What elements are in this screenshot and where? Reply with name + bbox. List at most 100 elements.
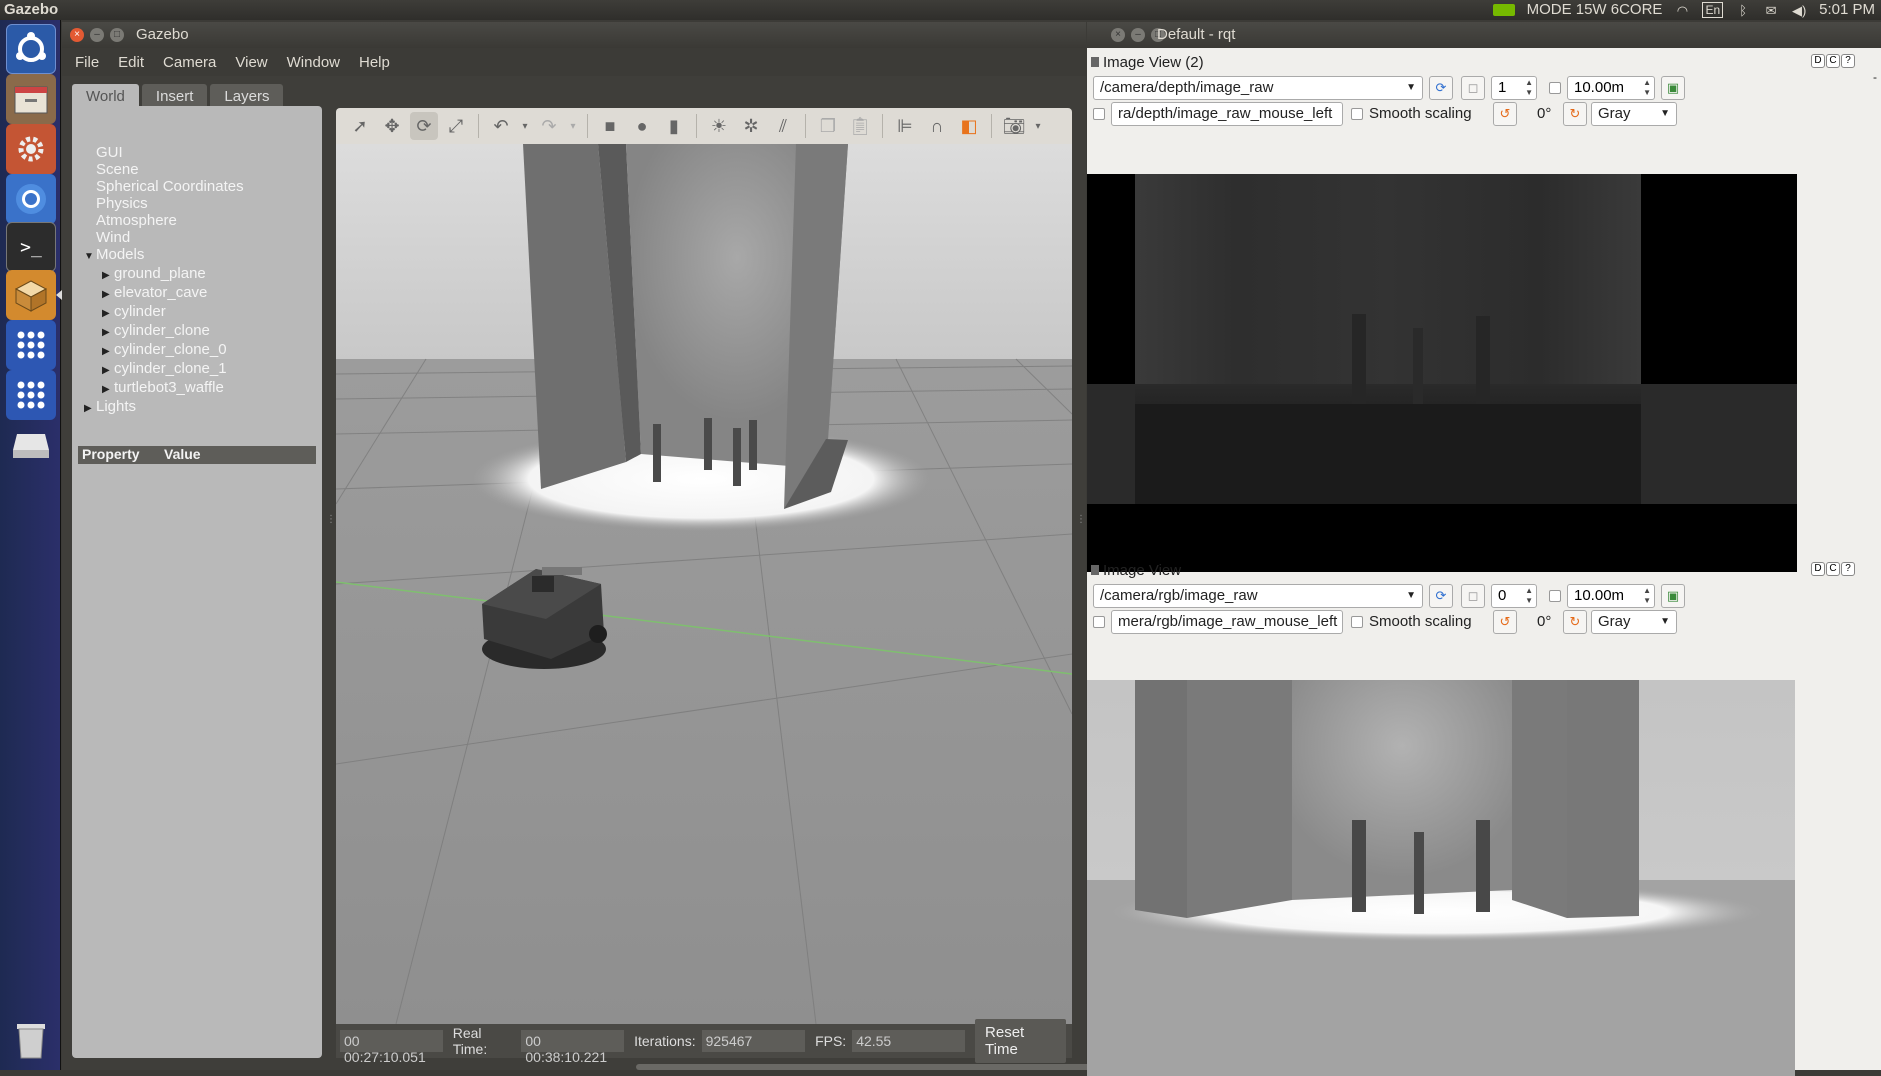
- rotate-mode-icon[interactable]: ⟳: [410, 112, 438, 140]
- tree-model-item[interactable]: ▶ ground_plane: [84, 265, 244, 284]
- collapsed-triangle-icon[interactable]: ▶: [102, 286, 114, 303]
- trash-icon[interactable]: [6, 1015, 56, 1065]
- max-range-spinbox[interactable]: 10.00m ▲ ▼: [1567, 76, 1655, 100]
- refresh-icon[interactable]: ⟳: [1429, 76, 1453, 100]
- tree-item[interactable]: Atmosphere: [84, 212, 244, 229]
- files-icon[interactable]: [6, 74, 56, 124]
- help-icon[interactable]: ?: [1841, 562, 1855, 576]
- minimize-icon[interactable]: –: [90, 28, 104, 42]
- rotate-left-icon[interactable]: ↺: [1493, 610, 1517, 634]
- rotate-left-icon[interactable]: ↺: [1493, 102, 1517, 126]
- menu-help[interactable]: Help: [359, 54, 390, 71]
- tree-model-item[interactable]: ▶ cylinder_clone: [84, 322, 244, 341]
- undo-dropdown-icon[interactable]: ▾: [519, 112, 531, 140]
- wifi-icon[interactable]: ◠: [1674, 3, 1690, 18]
- gazebo-titlebar[interactable]: × – □ Gazebo: [62, 22, 1086, 48]
- gpu-mode-text[interactable]: MODE 15W 6CORE: [1527, 1, 1663, 18]
- rqt-titlebar[interactable]: × – □ Default - rqt: [1087, 22, 1881, 48]
- maximize-icon[interactable]: □: [110, 28, 124, 42]
- directional-light-icon[interactable]: ⫽: [769, 112, 797, 140]
- value-column-header[interactable]: Value: [160, 446, 201, 464]
- save-image-icon[interactable]: ▣: [1661, 76, 1685, 100]
- property-column-header[interactable]: Property: [78, 446, 160, 464]
- spinbox[interactable]: 1 ▲ ▼: [1491, 76, 1537, 100]
- bluetooth-icon[interactable]: ᛒ: [1735, 3, 1751, 18]
- tree-item[interactable]: GUI: [84, 144, 244, 161]
- select-mode-icon[interactable]: ➚: [346, 112, 374, 140]
- rotate-right-icon[interactable]: ↻: [1563, 610, 1587, 634]
- apps-grid-icon[interactable]: [6, 320, 56, 370]
- tree-item[interactable]: Spherical Coordinates: [84, 178, 244, 195]
- zoom-fit-icon[interactable]: ◻: [1461, 76, 1485, 100]
- snap-icon[interactable]: ∩: [923, 112, 951, 140]
- spot-light-icon[interactable]: ✲: [737, 112, 765, 140]
- tree-model-item[interactable]: ▶ turtlebot3_waffle: [84, 379, 244, 398]
- scale-mode-icon[interactable]: ⤢: [442, 112, 470, 140]
- cylinder-shape-icon[interactable]: ▮: [660, 112, 688, 140]
- volume-icon[interactable]: ◀): [1791, 3, 1807, 18]
- refresh-icon[interactable]: ⟳: [1429, 584, 1453, 608]
- drag-handle-icon[interactable]: [1091, 565, 1099, 575]
- box-shape-icon[interactable]: ■: [596, 112, 624, 140]
- expanded-triangle-icon[interactable]: ▼: [84, 248, 96, 265]
- close-icon[interactable]: ×: [1111, 28, 1125, 42]
- dock-icon[interactable]: D: [1811, 54, 1825, 68]
- drag-handle-icon[interactable]: [1091, 57, 1099, 67]
- keyboard-lang-icon[interactable]: En: [1702, 1, 1724, 18]
- colormap-select[interactable]: Gray ▼: [1591, 102, 1677, 126]
- change-view-icon[interactable]: ◧: [955, 112, 983, 140]
- zoom-fit-icon[interactable]: ◻: [1461, 584, 1485, 608]
- package-icon[interactable]: [6, 270, 62, 320]
- panel-resize-handle[interactable]: ⋮: [326, 514, 336, 525]
- sphere-shape-icon[interactable]: ●: [628, 112, 656, 140]
- help-icon[interactable]: ?: [1841, 54, 1855, 68]
- menu-view[interactable]: View: [235, 54, 267, 71]
- collapsed-triangle-icon[interactable]: ▶: [102, 381, 114, 398]
- drive-icon[interactable]: [6, 420, 56, 470]
- config-icon[interactable]: C: [1826, 562, 1840, 576]
- spin-arrows-icon[interactable]: ▲ ▼: [1525, 78, 1533, 98]
- undo-icon[interactable]: ↶: [487, 112, 515, 140]
- topic-select[interactable]: /camera/rgb/image_raw ▼: [1093, 584, 1423, 608]
- ubuntu-dash-icon[interactable]: [6, 24, 56, 74]
- spin-arrows-icon[interactable]: ▲ ▼: [1643, 78, 1651, 98]
- settings-icon[interactable]: [6, 124, 56, 174]
- tree-item[interactable]: Scene: [84, 161, 244, 178]
- reset-time-button[interactable]: Reset Time: [975, 1019, 1067, 1063]
- tree-model-item[interactable]: ▶ cylinder: [84, 303, 244, 322]
- spin-arrows-icon[interactable]: ▲ ▼: [1643, 586, 1651, 606]
- max-range-spinbox[interactable]: 10.00m ▲ ▼: [1567, 584, 1655, 608]
- rgb-image[interactable]: [1087, 680, 1795, 1076]
- menu-edit[interactable]: Edit: [118, 54, 144, 71]
- mouse-topic-input[interactable]: mera/rgb/image_raw_mouse_left: [1111, 610, 1343, 634]
- config-icon[interactable]: C: [1826, 54, 1840, 68]
- collapsed-triangle-icon[interactable]: ▶: [84, 400, 96, 417]
- panel-resize-handle[interactable]: ⋮: [1076, 514, 1086, 525]
- collapsed-triangle-icon[interactable]: ▶: [102, 362, 114, 379]
- tree-model-item[interactable]: ▶ elevator_cave: [84, 284, 244, 303]
- point-light-icon[interactable]: ☀: [705, 112, 733, 140]
- menu-window[interactable]: Window: [287, 54, 340, 71]
- collapsed-triangle-icon[interactable]: ▶: [102, 267, 114, 284]
- tree-model-item[interactable]: ▶ cylinder_clone_1: [84, 360, 244, 379]
- tree-item[interactable]: Wind: [84, 229, 244, 246]
- screenshot-icon[interactable]: 📷︎: [1000, 112, 1028, 140]
- dynamic-range-checkbox[interactable]: [1549, 590, 1561, 602]
- terminal-icon[interactable]: >_: [6, 222, 56, 272]
- tree-model-item[interactable]: ▶ cylinder_clone_0: [84, 341, 244, 360]
- nvidia-icon[interactable]: [1492, 3, 1515, 16]
- colormap-select[interactable]: Gray ▼: [1591, 610, 1677, 634]
- apps-grid-icon[interactable]: [6, 370, 56, 420]
- topic-select[interactable]: /camera/depth/image_raw ▼: [1093, 76, 1423, 100]
- smooth-scaling-checkbox[interactable]: [1351, 108, 1363, 120]
- collapsed-triangle-icon[interactable]: ▶: [102, 343, 114, 360]
- clock[interactable]: 5:01 PM: [1819, 1, 1875, 18]
- menu-camera[interactable]: Camera: [163, 54, 216, 71]
- dock-icon[interactable]: D: [1811, 562, 1825, 576]
- tree-item-lights[interactable]: ▶ Lights: [84, 398, 244, 417]
- publish-click-checkbox[interactable]: [1093, 108, 1105, 120]
- translate-mode-icon[interactable]: ✥: [378, 112, 406, 140]
- mouse-topic-input[interactable]: ra/depth/image_raw_mouse_left: [1111, 102, 1343, 126]
- redo-dropdown-icon[interactable]: ▾: [567, 112, 579, 140]
- spinbox[interactable]: 0 ▲ ▼: [1491, 584, 1537, 608]
